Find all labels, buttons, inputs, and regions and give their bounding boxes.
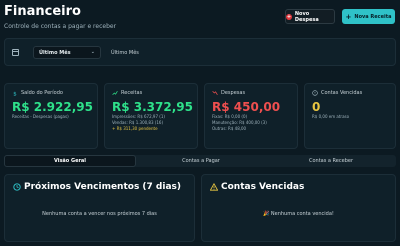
period-select[interactable]: Último Mês ⌄ [33,46,101,59]
expense-other: Outras: R$ 48,00 [212,126,247,131]
upcoming-title: Próximos Vencimentos (7 dias) [24,182,182,192]
calendar-icon [12,49,19,56]
overdue-note: R$ 0,00 em atraso [312,114,350,119]
plus-circle-icon: + [286,13,292,20]
overdue-value: 0 [312,100,321,114]
tab-overview[interactable]: Visão Geral [4,155,136,167]
expense-label: Despesas [221,90,246,96]
upcoming-panel: Próximos Vencimentos (7 dias) Nenhuma co… [4,174,195,242]
revenue-details: Impressões: R$ 672,97 (1) Vendas: R$ 1.3… [112,114,165,132]
balance-card: $ Saldo do Período R$ 2.922,95 Receitas … [4,83,98,149]
tab-receivables[interactable]: Contas a Receber [266,155,396,167]
page-subtitle: Controle de contas a pagar e receber [4,23,117,30]
new-expense-label: Novo Despesa [294,10,319,23]
upcoming-empty: Nenhuma conta a vencer nos próximos 7 di… [42,211,157,217]
tab-payables[interactable]: Contas a Pagar [136,155,266,167]
balance-value: R$ 2.922,95 [12,100,93,114]
revenue-label: Receitas [121,90,143,96]
overdue-panel-title: Contas Vencidas [221,182,305,192]
svg-text:$: $ [13,91,16,96]
trending-down-icon [212,90,218,95]
period-select-value: Último Mês [39,49,71,56]
new-revenue-label: Nova Receita [354,13,392,20]
page-header: Financeiro Controle de contas a pagar e … [4,4,116,30]
chevron-down-icon: ⌄ [90,49,95,55]
balance-note: Receitas - Despesas (pagas) [12,114,69,119]
plus-icon: + [345,12,352,21]
alert-icon [312,90,318,96]
revenue-card: Receitas R$ 3.372,95 Impressões: R$ 672,… [104,83,198,149]
revenue-value: R$ 3.372,95 [112,100,193,114]
view-tabs: Visão Geral Contas a Pagar Contas a Rece… [4,155,396,167]
trending-up-icon [112,91,118,96]
overdue-empty: 🎉 Nenhuma conta vencida! [263,211,334,217]
page-title: Financeiro [4,4,81,19]
filter-bar: Último Mês ⌄ Último Mês [4,38,396,66]
balance-label: Saldo do Período [21,90,63,96]
revenue-pending: + R$ 311,30 pendente [112,126,158,131]
new-expense-button[interactable]: + Novo Despesa [285,9,335,24]
overdue-card: Contas Vencidas 0 R$ 0,00 em atraso [304,83,396,149]
overdue-label: Contas Vencidas [321,90,363,96]
new-revenue-button[interactable]: + Nova Receita [342,9,395,24]
period-label: Último Mês [111,50,139,56]
expense-card: Despesas R$ 450,00 Fixas: R$ 0,00 (0) Ma… [204,83,298,149]
warning-icon [210,183,218,191]
clock-icon [13,183,21,191]
dollar-icon: $ [13,91,16,96]
overdue-panel: Contas Vencidas 🎉 Nenhuma conta vencida! [201,174,396,242]
expense-value: R$ 450,00 [212,100,281,114]
expense-details: Fixas: R$ 0,00 (0) Manutenção: R$ 400,00… [212,114,267,132]
